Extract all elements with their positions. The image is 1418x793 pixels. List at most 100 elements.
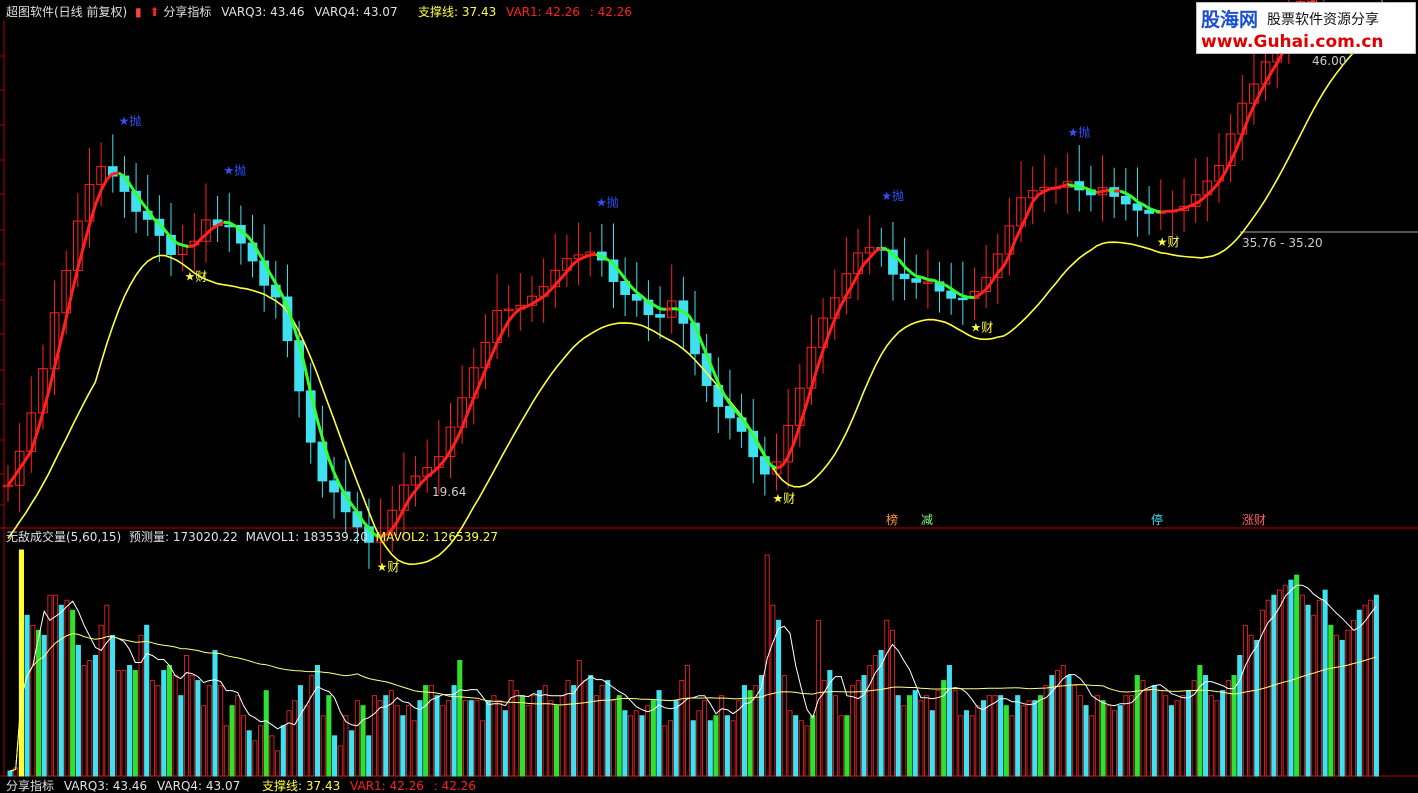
cursor-price-label: 35.76 - 35.20 — [1242, 236, 1323, 250]
volume-bar — [1238, 655, 1242, 776]
volume-bar — [1118, 706, 1122, 776]
volume-bar — [1255, 640, 1259, 776]
price-high-label: 46.00 — [1312, 54, 1346, 68]
volume-bar — [708, 721, 712, 776]
up-arrow-icon: ⬆ — [149, 5, 159, 19]
volume-bar — [981, 701, 985, 776]
volume-bar — [623, 711, 627, 776]
header-bottom-var1b: : 42.26 — [434, 779, 476, 793]
volume-bar — [999, 696, 1003, 776]
volume-bar — [19, 550, 23, 776]
volume-bar — [264, 691, 268, 776]
chart-canvas: ★抛★财★抛★财★抛★财★抛★财★抛★财 — [0, 0, 1418, 790]
volume-bar — [281, 726, 285, 776]
volume-bar — [458, 661, 462, 777]
sell-signal-marker: ★抛 — [223, 162, 246, 177]
volume-bar — [1004, 706, 1008, 776]
volume-bar — [36, 630, 40, 776]
volume-bar — [1186, 691, 1190, 776]
volume-bar — [367, 736, 371, 776]
logo-line2: 股票软件资源分享 — [1267, 9, 1379, 29]
volume-bar — [1169, 706, 1173, 776]
marker-zhangcai: 涨财 — [1242, 513, 1266, 527]
volume-bar — [133, 671, 137, 776]
volume-forecast: 预测量: 173020.22 — [129, 530, 238, 544]
volume-bar — [657, 691, 661, 776]
marker-jian: 减 — [921, 513, 933, 527]
volume-bar — [913, 691, 917, 776]
volume-bar — [1232, 676, 1236, 776]
volume-bar — [964, 711, 968, 776]
volume-bar — [1374, 595, 1378, 776]
buy-signal-marker: ★财 — [773, 491, 796, 505]
volume-bar — [1289, 580, 1293, 776]
header-software: 超图软件(日线 前复权) — [6, 5, 127, 19]
volume-bar — [93, 655, 97, 776]
volume-bar — [418, 701, 422, 776]
volume-bar — [714, 716, 718, 776]
volume-bar — [640, 716, 644, 776]
watermark-logo: 股海网 股票软件资源分享 www.Guhai.com.cn — [1196, 2, 1416, 54]
buy-signal-marker: ★财 — [377, 560, 400, 574]
volume-name: 无敌成交量(5,60,15) — [6, 530, 121, 544]
volume-bar — [298, 686, 302, 776]
volume-bar — [350, 731, 354, 776]
volume-bar — [361, 706, 365, 776]
volume-mavol1: MAVOL1: 183539.20 — [246, 530, 368, 544]
volume-bar — [520, 696, 524, 776]
header-bottom-support: 支撑线: 37.43 — [262, 779, 340, 793]
volume-bar — [424, 686, 428, 776]
header-bottom-varq4: VARQ4: 43.07 — [157, 779, 240, 793]
volume-bar — [110, 635, 114, 776]
volume-bar — [742, 686, 746, 776]
volume-bar — [794, 716, 798, 776]
volume-bar — [162, 671, 166, 776]
volume-bar — [606, 681, 610, 776]
volume-bar — [879, 650, 883, 776]
volume-bar — [25, 615, 29, 776]
volume-bar — [845, 716, 849, 776]
volume-bar — [167, 666, 171, 776]
header-bottom-varq3: VARQ3: 43.46 — [64, 779, 147, 793]
volume-bar — [128, 666, 132, 776]
volume-bar — [247, 731, 251, 776]
header-bottom-right: 支撑线: 37.43 VAR1: 42.26 : 42.26 — [262, 779, 476, 793]
marker-ting: 停 — [1151, 513, 1163, 527]
header-varq4: VARQ4: 43.07 — [314, 5, 397, 19]
marker-bang: 榜 — [886, 513, 898, 527]
sell-signal-marker: ★抛 — [119, 113, 142, 128]
volume-bar — [503, 711, 507, 776]
header-stock-icon: ▮ — [135, 5, 142, 19]
sell-signal-marker: ★抛 — [596, 194, 619, 209]
sell-signal-marker: ★抛 — [881, 188, 904, 203]
header-varq3: VARQ3: 43.46 — [221, 5, 304, 19]
volume-bar — [1033, 701, 1037, 776]
volume-bar — [145, 625, 149, 776]
header-bottom-indicator: 分享指标 — [6, 779, 54, 793]
volume-bar — [1329, 625, 1333, 776]
volume-bar — [572, 686, 576, 776]
header-indicator: 分享指标 — [163, 5, 211, 19]
volume-bar — [907, 696, 911, 776]
buy-signal-marker: ★财 — [1157, 235, 1180, 249]
volume-bar — [1152, 686, 1156, 776]
volume-bar — [1084, 706, 1088, 776]
volume-bar — [179, 696, 183, 776]
volume-bar — [1038, 696, 1042, 776]
volume-bar — [332, 736, 336, 776]
volume-bar — [452, 686, 456, 776]
volume-bar — [828, 671, 832, 776]
volume-bar — [8, 771, 12, 776]
volume-bar — [691, 721, 695, 776]
volume-bar — [230, 706, 234, 776]
volume-bar — [469, 701, 473, 776]
buy-signal-marker: ★财 — [970, 320, 993, 334]
volume-bar — [555, 706, 559, 776]
volume-bar — [76, 645, 80, 776]
volume-bar — [1221, 691, 1225, 776]
volume-bar — [435, 696, 439, 776]
volume-bar — [213, 650, 217, 776]
volume-bar — [947, 666, 951, 776]
header-bottom: 分享指标 VARQ3: 43.46 VARQ4: 43.07 — [6, 779, 240, 793]
volume-mavol2: MAVOL2: 126539.27 — [376, 530, 498, 544]
